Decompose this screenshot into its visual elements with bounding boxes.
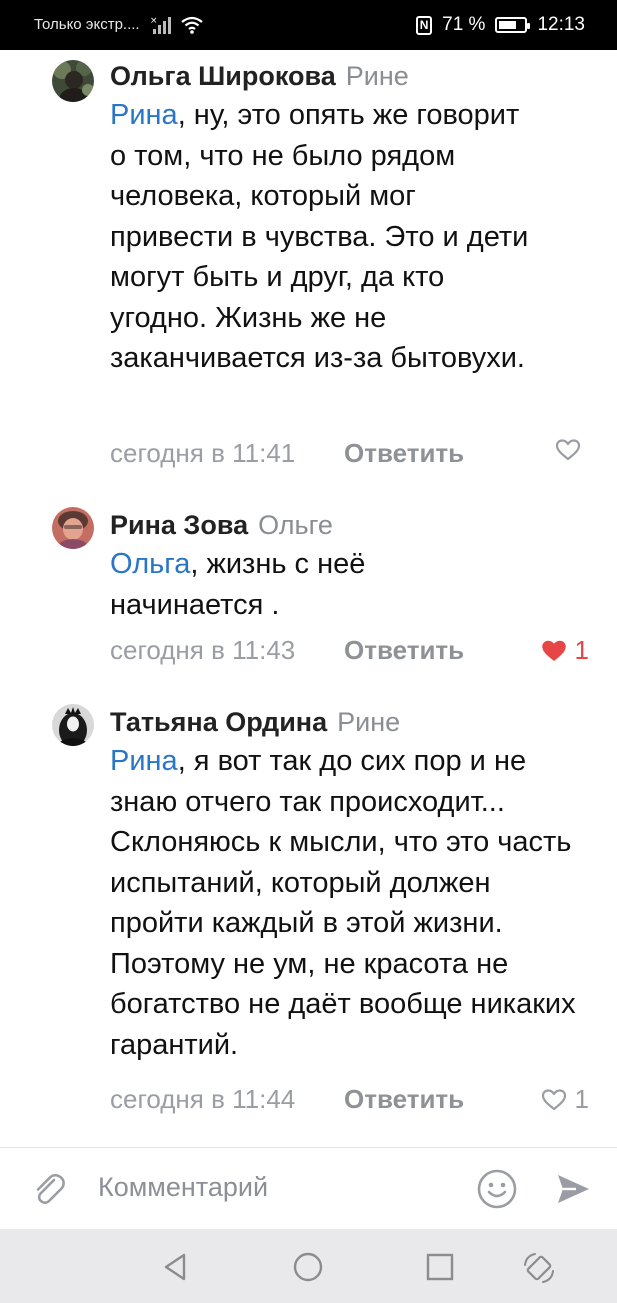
system-nav-bar xyxy=(0,1229,617,1303)
comment-meta: сегодня в 11:41 Ответить xyxy=(110,438,589,474)
comment-author[interactable]: Ольга Широкова xyxy=(110,61,336,91)
heart-outline-icon xyxy=(541,1088,566,1110)
status-signal-group: × xyxy=(150,12,204,38)
comment-reply-to[interactable]: Ольге xyxy=(258,510,333,540)
paperclip-icon[interactable] xyxy=(30,1170,68,1208)
send-icon[interactable] xyxy=(554,1170,592,1208)
comment-mention[interactable]: Рина xyxy=(110,745,178,777)
like-button[interactable] xyxy=(555,438,589,462)
heart-outline-icon xyxy=(555,439,581,461)
comment-time: сегодня в 11:41 xyxy=(110,438,296,468)
comment-text: Ольга, жизнь с неё начинается . xyxy=(110,544,440,625)
comment-author[interactable]: Татьяна Ордина xyxy=(110,707,327,737)
status-right-group: N 71 % 12:13 xyxy=(416,12,585,38)
comment-meta: сегодня в 11:43 Ответить 1 xyxy=(110,635,589,671)
comment-meta: сегодня в 11:44 Ответить 1 xyxy=(110,1084,589,1120)
comment-header: Ольга Широкова Рине xyxy=(110,59,593,93)
battery-percent: 71 % xyxy=(442,14,486,35)
avatar[interactable] xyxy=(52,507,94,549)
svg-text:×: × xyxy=(150,16,158,26)
comment-header: Рина Зова Ольге xyxy=(110,508,593,542)
comment-text: Рина, ну, это опять же говорит о том, чт… xyxy=(110,95,540,379)
heart-filled-icon xyxy=(541,640,566,661)
like-button[interactable]: 1 xyxy=(541,1084,589,1115)
avatar[interactable] xyxy=(52,60,94,102)
status-carrier-text: Только экстр.... xyxy=(34,16,140,33)
comment-header: Татьяна Ордина Рине xyxy=(110,705,593,739)
status-bar: Только экстр.... × N 71 % 12:13 xyxy=(0,0,617,50)
comment-body: , я вот так до сих пор и не знаю отчего … xyxy=(110,745,576,1061)
recents-icon[interactable] xyxy=(424,1251,456,1283)
comment-text: Рина, я вот так до сих пор и не знаю отч… xyxy=(110,741,590,1065)
comment-composer: Комментарий xyxy=(0,1147,617,1229)
back-icon[interactable] xyxy=(160,1251,192,1283)
like-count: 1 xyxy=(574,635,589,665)
comment-time: сегодня в 11:44 xyxy=(110,1084,296,1114)
rotate-screen-icon[interactable] xyxy=(522,1251,556,1285)
like-button[interactable]: 1 xyxy=(541,635,589,666)
emoji-icon[interactable] xyxy=(476,1168,518,1210)
comment-time: сегодня в 11:43 xyxy=(110,635,296,665)
status-time: 12:13 xyxy=(537,14,585,35)
wifi-icon xyxy=(181,16,203,34)
comment-body: , ну, это опять же говорит о том, что не… xyxy=(110,99,529,374)
comment-input[interactable]: Комментарий xyxy=(98,1172,268,1203)
avatar[interactable] xyxy=(52,704,94,746)
signal-icon: × xyxy=(150,16,171,34)
reply-button[interactable]: Ответить xyxy=(344,635,464,666)
reply-button[interactable]: Ответить xyxy=(344,1084,464,1115)
comment-author[interactable]: Рина Зова xyxy=(110,510,248,540)
comment-mention[interactable]: Ольга xyxy=(110,548,190,580)
home-icon[interactable] xyxy=(292,1251,324,1283)
comment-reply-to[interactable]: Рине xyxy=(337,707,400,737)
comment-mention[interactable]: Рина xyxy=(110,99,178,131)
battery-icon xyxy=(495,17,531,33)
nfc-icon: N xyxy=(416,15,433,35)
comment-reply-to[interactable]: Рине xyxy=(346,61,409,91)
reply-button[interactable]: Ответить xyxy=(344,438,464,469)
like-count: 1 xyxy=(574,1084,589,1114)
